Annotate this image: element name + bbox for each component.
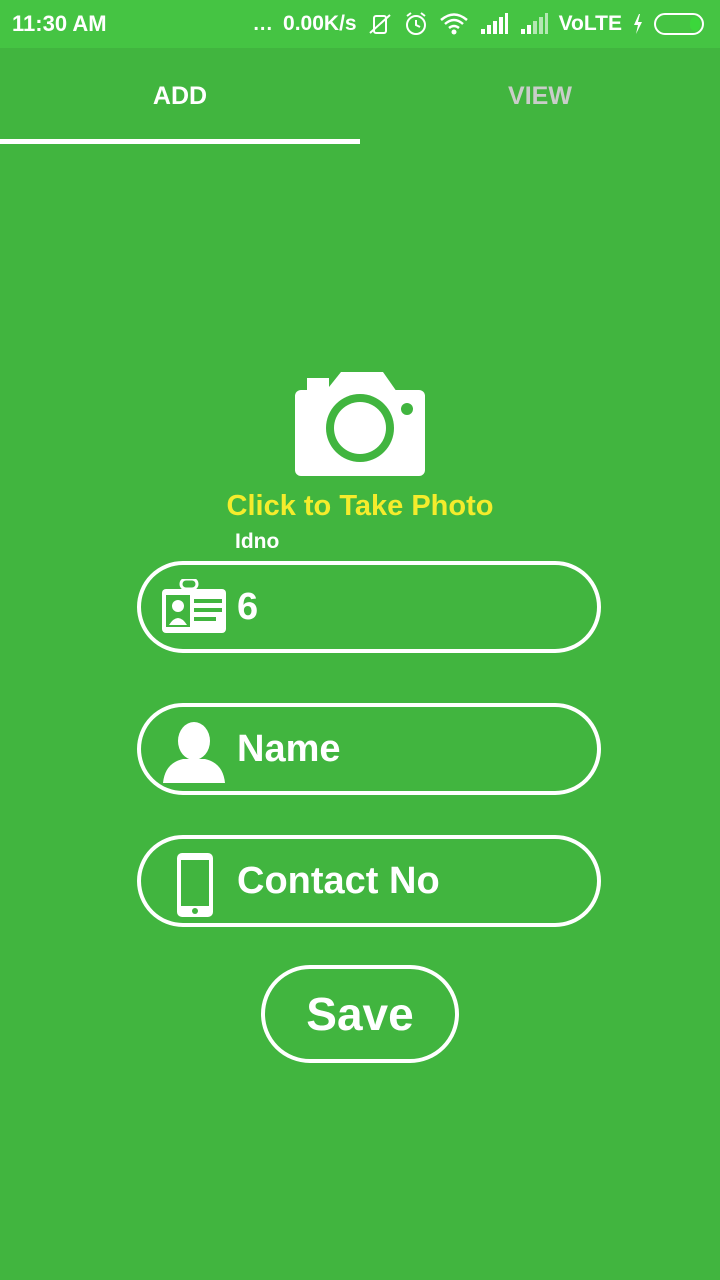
idno-value: 6 [237, 586, 259, 628]
status-bar: 11:30 AM ... 0.00K/s VoLTE [0, 0, 720, 48]
contact-field[interactable]: Contact No [137, 835, 601, 927]
battery-icon [654, 12, 708, 36]
name-placeholder: Name [237, 728, 341, 770]
add-screen: 11:30 AM ... 0.00K/s VoLTE ADD VIEW Clic… [0, 0, 720, 1280]
status-indicators: ... 0.00K/s VoLTE [253, 8, 708, 40]
save-button[interactable]: Save [261, 965, 459, 1063]
contact-placeholder: Contact No [237, 860, 440, 902]
network-speed: 0.00K/s [283, 12, 357, 35]
tab-add[interactable]: ADD [0, 48, 360, 144]
tab-selected-indicator [0, 139, 360, 144]
name-field[interactable]: Name [137, 703, 601, 795]
status-time: 11:30 AM [12, 11, 107, 36]
mute-icon [367, 11, 393, 37]
camera-icon[interactable] [295, 370, 425, 476]
phone-icon [161, 853, 227, 922]
take-photo-label[interactable]: Click to Take Photo [0, 490, 720, 523]
alarm-icon [403, 11, 429, 37]
signal-icon [519, 13, 549, 35]
idno-caption: Idno [235, 530, 280, 553]
tab-view[interactable]: VIEW [360, 48, 720, 144]
wifi-icon [439, 12, 469, 36]
network-type: VoLTE [558, 12, 622, 35]
idno-field[interactable]: 6 [137, 561, 601, 653]
person-icon [161, 721, 227, 790]
signal-icon [479, 13, 509, 35]
id-card-icon [161, 577, 227, 640]
tab-bar: ADD VIEW [0, 48, 720, 144]
status-dots: ... [253, 12, 274, 35]
charging-icon [632, 13, 644, 35]
